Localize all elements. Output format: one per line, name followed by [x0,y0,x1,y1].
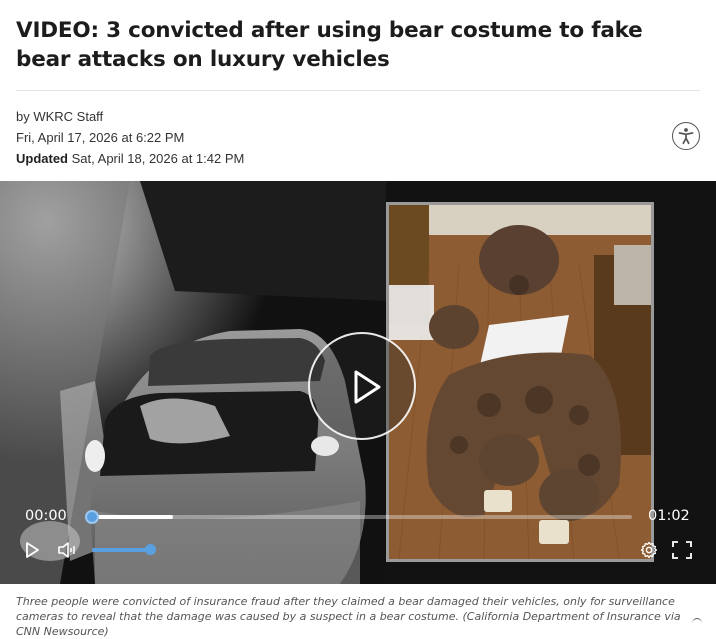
volume-icon [58,542,75,558]
seek-bar[interactable] [85,510,632,524]
volume-slider[interactable] [92,544,156,555]
duration: 01:02 [648,508,690,524]
updated-date: Sat, April 18, 2026 at 1:42 PM [71,151,245,166]
bear-costume-photo [386,202,654,562]
byline: by WKRC Staff Fri, April 17, 2026 at 6:2… [16,106,244,169]
video-player[interactable]: 00:00 01:02 [0,181,716,584]
volume-level [92,548,150,552]
accessibility-icon [678,128,694,145]
fullscreen-icon [672,541,692,559]
settings-button[interactable] [640,541,658,564]
fullscreen-button[interactable] [672,541,692,564]
gear-icon [640,541,658,559]
divider [16,90,700,91]
play-icon [354,370,381,404]
big-play-button[interactable] [308,332,416,440]
volume-handle[interactable] [145,544,156,555]
author: by WKRC Staff [16,109,104,124]
video-caption: Three people were convicted of insurance… [16,595,681,638]
accessibility-button[interactable] [672,122,700,150]
bear-costume-image [389,205,651,559]
buffered-range [92,515,173,519]
play-icon [26,542,39,558]
current-time: 00:00 [25,508,67,524]
play-button[interactable] [25,541,41,564]
mute-button[interactable] [57,541,79,564]
seek-handle[interactable] [85,510,99,524]
updated-label: Updated [16,151,68,166]
scroll-indicator [692,618,702,629]
published-date: Fri, April 17, 2026 at 6:22 PM [16,130,185,145]
updated-date-row: Updated Sat, April 18, 2026 at 1:42 PM [16,148,244,169]
article-headline: VIDEO: 3 convicted after using bear cost… [16,18,643,72]
